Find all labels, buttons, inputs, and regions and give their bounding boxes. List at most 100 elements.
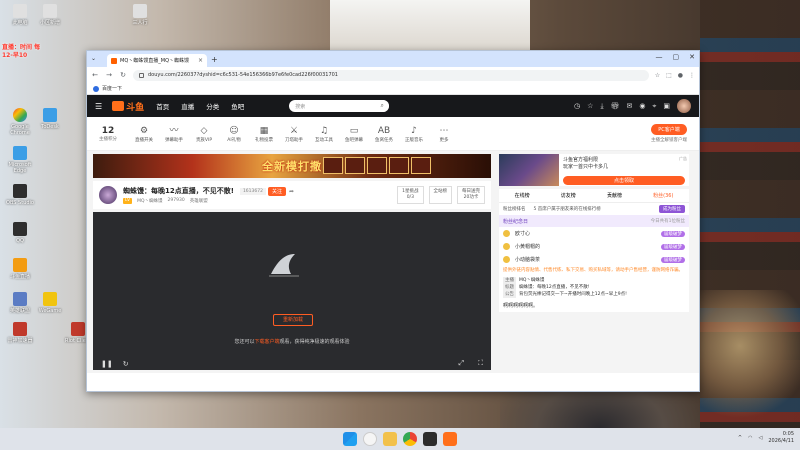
wifi-icon[interactable]: ◠ [748, 435, 752, 441]
func-dota[interactable]: ⚔ 刀塔助手 [279, 125, 309, 143]
nav-yuba[interactable]: 鱼吧 [231, 101, 244, 111]
tab-douyu[interactable]: MQ丶蜘蛛馒直播_MQ丶蜘蛛馒 × [107, 54, 207, 67]
new-tab-icon[interactable]: + [211, 55, 218, 64]
anchor-score[interactable]: 12 主播积分 [99, 126, 117, 142]
system-tray: ^ ◠ ◁ 0:05 2026/4/11 [738, 431, 794, 445]
reload-button[interactable]: 重新加载 [273, 314, 313, 326]
desktop-icon-qq[interactable]: QQ [2, 222, 38, 244]
clock[interactable]: 0:05 2026/4/11 [768, 431, 794, 445]
douyu-taskbar-icon[interactable] [443, 432, 457, 446]
list-item[interactable]: 小黄帽帽的 届级破梦 [499, 240, 689, 253]
follow-button[interactable]: 关注 [267, 186, 286, 196]
address-bar[interactable]: douyu.com/226037?dyshid=c6c531-54e156366… [133, 69, 649, 81]
func-ai-gift[interactable]: ☺ AI礼物 [219, 125, 249, 143]
nav-live[interactable]: 直播 [181, 101, 194, 111]
hamburger-menu-icon[interactable]: ☰ [95, 102, 102, 111]
task-icon[interactable]: ◉ [639, 102, 645, 110]
search-icon[interactable]: ⌕ [375, 100, 390, 112]
start-icon[interactable] [343, 432, 357, 446]
file-explorer-icon[interactable] [383, 432, 397, 446]
func-danmu[interactable]: 〰弹幕助手 [159, 125, 189, 143]
anchor-function-bar: 12 主播积分 ⚙ 直播开关 〰弹幕助手 ◇ 贵族VIP ☺ AI礼物 ▦ 礼物投票 ⚔… [87, 117, 699, 151]
anchor-name[interactable]: MQ丶蜘蛛馒 [137, 198, 162, 204]
pause-icon[interactable]: ❚❚ [101, 360, 113, 368]
menu-icon[interactable]: ⋮ [689, 72, 695, 79]
stat-fullsite-rank[interactable]: 全站榜 [428, 186, 452, 204]
minimize-icon[interactable]: — [656, 53, 663, 61]
func-yuba-danmu[interactable]: ▭ 鱼吧弹幕 [339, 125, 369, 143]
maximize-icon[interactable]: ▢ [673, 53, 680, 61]
tab-close-icon[interactable]: × [198, 57, 203, 64]
todesk-icon [43, 108, 57, 122]
func-interact[interactable]: ♫ 互动工具 [309, 125, 339, 143]
user-avatar[interactable] [677, 99, 691, 113]
desktop-icon-douyu[interactable]: 斗鱼直播 [2, 258, 38, 280]
desktop-icon-accelerator[interactable]: 雷神加速器 [2, 322, 38, 344]
desktop-icon-folder[interactable]: 小区新增 [32, 4, 68, 26]
download-icon[interactable]: ⤓ [600, 102, 603, 111]
pc-client-button[interactable]: PC客户端 [651, 124, 687, 135]
promo-claim-button[interactable]: 点击领取 [563, 176, 685, 185]
pc-client[interactable]: PC客户端 主播全解锁客户端 [651, 124, 687, 143]
tab-contrib-rank[interactable]: 贡献榜 [607, 192, 622, 199]
bookmarks-bar: 百度一下 [87, 83, 699, 95]
desktop-icon-edge[interactable]: Microsoft Edge [2, 146, 38, 174]
nav-category[interactable]: 分类 [206, 101, 219, 111]
chevron-up-icon[interactable]: ^ [738, 435, 742, 441]
volume-icon[interactable]: ◁ [759, 435, 763, 441]
star-icon[interactable]: ☆ [587, 102, 593, 110]
site-info-icon[interactable] [139, 72, 144, 78]
reload-icon[interactable]: ↻ [119, 71, 127, 79]
bookmark-star-icon[interactable]: ☆ [655, 72, 660, 79]
refresh-icon[interactable]: ↻ [123, 360, 129, 368]
location-icon[interactable]: ⌖ [652, 102, 656, 111]
func-vip[interactable]: ◇ 贵族VIP [189, 125, 219, 143]
close-window-icon[interactable]: ✕ [689, 53, 695, 61]
banner-cell [411, 157, 431, 174]
tab-online-rank[interactable]: 在线榜 [515, 192, 530, 199]
bag-icon[interactable]: ▣ [663, 102, 670, 110]
forward-icon[interactable]: → [105, 71, 113, 79]
become-fan-button[interactable]: 成为粉丝 [659, 205, 685, 213]
bookmark-baidu[interactable]: 百度一下 [102, 85, 122, 92]
profile-icon[interactable]: ● [678, 72, 683, 79]
extensions-icon[interactable]: ⬚ [666, 72, 672, 79]
desktop-icon-obs[interactable]: OBS Studio [2, 184, 38, 206]
list-item[interactable]: 小动脑袋茶 届级破梦 [499, 253, 689, 266]
back-icon[interactable]: ← [91, 71, 99, 79]
search-taskbar-icon[interactable] [363, 432, 377, 446]
desktop-icon-file[interactable]: 三人行 [122, 4, 158, 26]
stat-daily[interactable]: 每日送完 20功卡 [457, 186, 485, 204]
search-input[interactable]: 搜索 ⌕ [289, 100, 390, 112]
video-player[interactable]: 重新加载 您还可以下载客户端观看，获得纯净极速的观看体验 ❚❚ ↻ ⤢ ⛶ [93, 212, 491, 370]
share-icon[interactable]: ➦ [289, 188, 294, 195]
func-more[interactable]: ⋯ 更多 [429, 125, 459, 143]
nav-home[interactable]: 首页 [156, 101, 169, 111]
douyu-logo[interactable]: 斗鱼 [112, 100, 144, 113]
gift-icon[interactable]: 🎁︎ [611, 102, 620, 110]
download-client-link[interactable]: 下载客户端 [254, 339, 279, 345]
func-task[interactable]: AB 鱼窝任务 [369, 125, 399, 143]
desktop-icon-todesk[interactable]: ToDesk [32, 108, 68, 130]
message-icon[interactable]: ✉ [626, 102, 632, 110]
game-banner[interactable]: 全新模打撒 [93, 154, 491, 178]
category-link[interactable]: 英雄联盟 [190, 198, 208, 204]
anchor-avatar[interactable] [99, 186, 117, 204]
tab-search-icon[interactable]: ⌄ [91, 55, 96, 62]
func-live-switch[interactable]: ⚙ 直播开关 [129, 125, 159, 143]
fullscreen-icon[interactable]: ⛶ [478, 359, 483, 368]
app-taskbar-icon[interactable] [423, 432, 437, 446]
promo-card[interactable]: 广告 斗鱼官方福利限 玩家一首只中卡多几 点击领取 [499, 154, 689, 186]
room-info: 主播 MQ丶蜘蛛馒 标题 蜘蛛馒：每晚12点直播，不见不散! 公告 背包荧光棒记得交一… [499, 276, 689, 299]
expand-icon[interactable]: ⤢ [458, 359, 464, 368]
tab-visitor-rank[interactable]: 访友榜 [561, 192, 576, 199]
tab-fans[interactable]: 粉丝(36) [653, 192, 673, 199]
history-icon[interactable]: ◷ [574, 102, 580, 110]
func-gift-vote[interactable]: ▦ 礼物投票 [249, 125, 279, 143]
list-item[interactable]: 欧寸心 届级破梦 [499, 227, 689, 240]
obs-icon [13, 184, 27, 198]
stat-challenge[interactable]: 1星挑战 0/3 [397, 186, 424, 204]
func-music[interactable]: ♪ 正版音乐 [399, 125, 429, 143]
chrome-taskbar-icon[interactable] [403, 432, 417, 446]
desktop-icon-wegame[interactable]: WeGame [32, 292, 68, 314]
